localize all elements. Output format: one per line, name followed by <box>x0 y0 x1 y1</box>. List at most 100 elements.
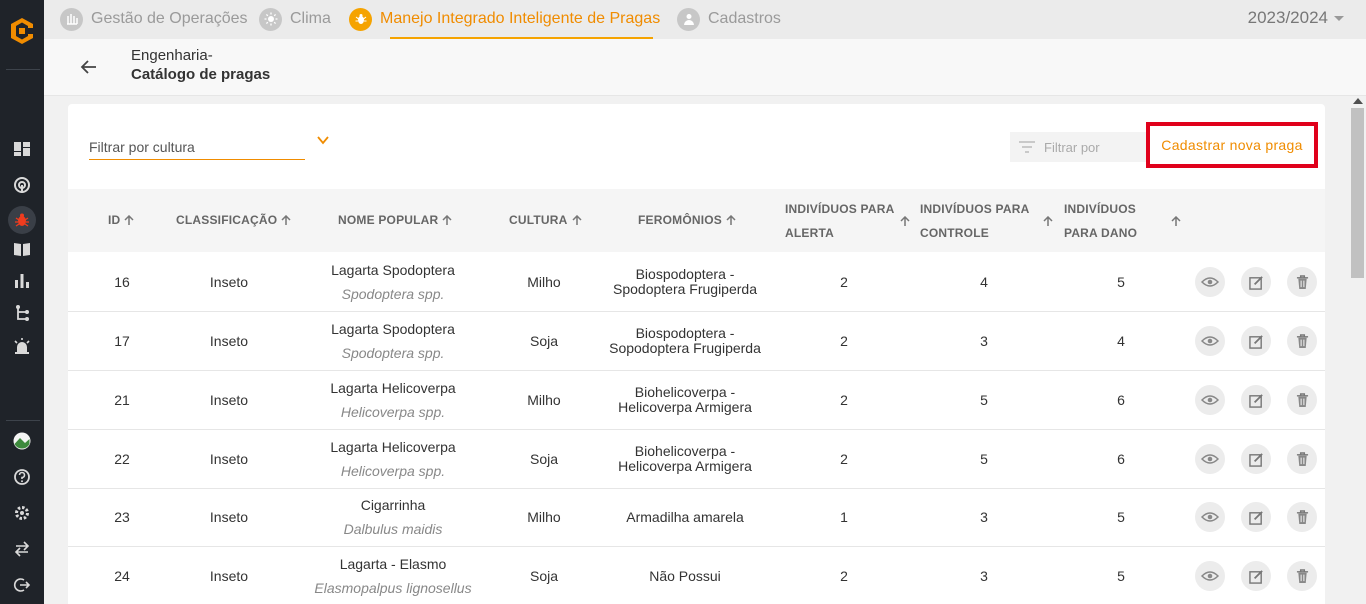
cell-alert: 1 <box>804 488 884 546</box>
tree-structure-icon[interactable] <box>12 303 32 323</box>
cell-control: 3 <box>944 488 1024 546</box>
edit-icon <box>1248 393 1264 408</box>
cell-popular: Lagarta - Elasmo Elasmopalpus lignosellus <box>303 547 483 604</box>
cell-classification: Inseto <box>154 547 304 604</box>
scrollbar-thumb[interactable] <box>1351 108 1364 278</box>
table-row: 17 Inseto Lagarta Spodoptera Spodoptera spp… <box>68 312 1325 371</box>
avatar[interactable] <box>12 431 32 451</box>
delete-button[interactable] <box>1287 502 1317 532</box>
edit-button[interactable] <box>1241 326 1271 356</box>
cell-culture: Soja <box>499 312 589 370</box>
sort-arrow-icon <box>124 214 134 225</box>
scientific-name: Dalbulus maidis <box>343 520 443 537</box>
column-header-popular-name[interactable]: NOME POPULAR <box>338 213 452 227</box>
view-button[interactable] <box>1195 326 1225 356</box>
column-header-id[interactable]: ID <box>108 213 134 227</box>
dashboard-icon[interactable] <box>12 139 32 159</box>
view-button[interactable] <box>1195 561 1225 591</box>
bug-icon[interactable] <box>8 206 36 234</box>
page-scrollbar[interactable] <box>1349 96 1366 604</box>
cell-text: 5 <box>980 450 988 467</box>
view-button[interactable] <box>1195 502 1225 532</box>
breadcrumb[interactable]: Engenharia- <box>131 47 213 64</box>
tab-clima[interactable]: Clima <box>259 6 331 32</box>
cell-pheromone_l1: Biohelicoverpa - Helicoverpa Armigera <box>585 371 785 429</box>
edit-button[interactable] <box>1241 444 1271 474</box>
tab-label: Clima <box>290 10 331 27</box>
cell-text: Inseto <box>209 391 249 408</box>
cell-pheromone_l1: Biohelicoverpa - Helicoverpa Armigera <box>585 430 785 488</box>
chevron-down-icon[interactable] <box>317 132 329 145</box>
delete-button[interactable] <box>1287 561 1317 591</box>
cell-text: 2 <box>840 332 848 349</box>
add-pest-button[interactable]: Cadastrar nova praga <box>1146 122 1318 168</box>
cell-text: Soja <box>529 332 559 349</box>
season-selector[interactable]: 2023/2024 <box>1248 8 1344 28</box>
scientific-name: Elasmopalpus lignosellus <box>314 579 472 596</box>
trash-icon <box>1296 333 1309 349</box>
tab-cadastros[interactable]: Cadastros <box>677 6 781 32</box>
column-header-damage[interactable]: INDIVÍDUOS PARA DANO <box>1064 197 1181 245</box>
edit-button[interactable] <box>1241 502 1271 532</box>
cell-text: 6 <box>1117 450 1125 467</box>
column-header-pheromones[interactable]: FEROMÔNIOS <box>638 213 736 227</box>
delete-button[interactable] <box>1287 267 1317 297</box>
edit-button[interactable] <box>1241 267 1271 297</box>
scroll-up-arrow-icon[interactable] <box>1353 98 1363 104</box>
cell-text: Soja <box>529 450 559 467</box>
column-label: FEROMÔNIOS <box>638 213 723 227</box>
cell-text: 4 <box>1117 332 1125 349</box>
tab-gestao-operacoes[interactable]: Gestão de Operações <box>60 6 248 32</box>
delete-button[interactable] <box>1287 326 1317 356</box>
view-button[interactable] <box>1195 267 1225 297</box>
culture-filter-input[interactable]: Filtrar por cultura <box>89 134 305 160</box>
cell-id: 22 <box>92 430 152 488</box>
tab-manejo-pragas[interactable]: Manejo Integrado Inteligente de Pragas <box>349 6 660 32</box>
cell-pheromone_l1: Biospodoptera - Spodoptera Frugiperda <box>585 253 785 311</box>
cell-text: Inseto <box>209 273 249 290</box>
cell-control: 5 <box>944 430 1024 488</box>
column-header-culture[interactable]: CULTURA <box>509 213 582 227</box>
alarm-icon[interactable] <box>12 336 32 356</box>
cell-text: 22 <box>114 450 130 467</box>
view-button[interactable] <box>1195 385 1225 415</box>
cell-text: 5 <box>980 391 988 408</box>
table-row: 23 Inseto Cigarrinha Dalbulus maidis Milho Ar… <box>68 488 1325 547</box>
column-header-classification[interactable]: CLASSIFICAÇÃO <box>176 213 291 227</box>
column-label-line: CONTROLE <box>920 226 989 240</box>
delete-button[interactable] <box>1287 444 1317 474</box>
cell-pheromone_l1: Biospodoptera - Sopodoptera Frugiperda <box>585 312 785 370</box>
app-logo-icon[interactable] <box>7 16 37 46</box>
help-icon[interactable] <box>12 467 32 487</box>
delete-button[interactable] <box>1287 385 1317 415</box>
eye-icon <box>1201 276 1219 288</box>
cell-control: 3 <box>944 547 1024 604</box>
cell-classification: Inseto <box>154 430 304 488</box>
edit-button[interactable] <box>1241 385 1271 415</box>
cell-text: Milho <box>527 508 561 525</box>
column-header-control[interactable]: INDIVÍDUOS PARA CONTROLE <box>920 197 1053 245</box>
swap-icon[interactable] <box>12 539 32 559</box>
view-button[interactable] <box>1195 444 1225 474</box>
column-label: INDIVÍDUOS PARA DANO <box>1064 197 1137 245</box>
cell-popular: Lagarta Spodoptera Spodoptera spp. <box>303 312 483 370</box>
cell-text: Inseto <box>209 450 249 467</box>
cell-classification: Inseto <box>154 312 304 370</box>
filter-by-input[interactable]: Filtrar por <box>1010 132 1146 162</box>
settings-icon[interactable] <box>12 503 32 523</box>
radar-icon[interactable] <box>12 175 32 195</box>
table-row: 22 Inseto Lagarta Helicoverpa Helicoverpa s… <box>68 430 1325 489</box>
logout-icon[interactable] <box>12 575 32 595</box>
column-label-line: INDIVÍDUOS <box>1064 202 1137 216</box>
cell-text: Lagarta Helicoverpa <box>330 438 456 455</box>
cell-text: 3 <box>980 567 988 584</box>
bar-chart-icon[interactable] <box>12 271 32 291</box>
column-header-alert[interactable]: INDIVÍDUOS PARA ALERTA <box>785 197 910 245</box>
edit-button[interactable] <box>1241 561 1271 591</box>
cell-text: Armadilha amarela <box>626 508 744 525</box>
pest-catalog-card: Filtrar por cultura Filtrar por Cadastra… <box>68 104 1325 604</box>
cell-id: 21 <box>92 371 152 429</box>
book-icon[interactable] <box>12 239 32 259</box>
back-arrow-icon[interactable] <box>78 56 100 78</box>
cell-text: 24 <box>114 567 130 584</box>
